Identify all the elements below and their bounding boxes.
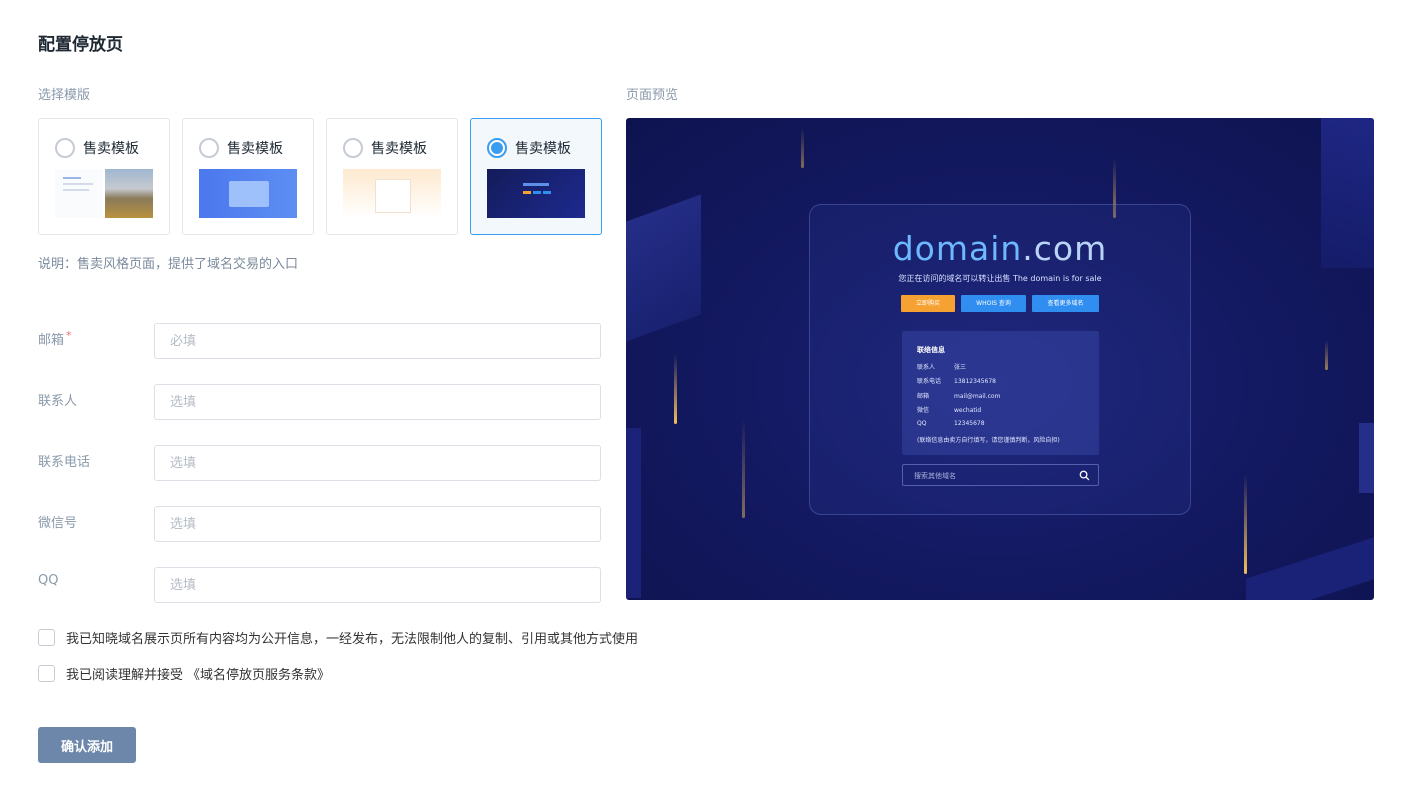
required-mark: * [66, 329, 72, 342]
wechat-label: 微信号 [38, 516, 78, 531]
agreement-public-text: 我已知晓域名展示页所有内容均为公开信息，一经发布，无法限制他人的复制、引用或其他… [66, 631, 639, 647]
template-section-label: 选择模版 [38, 88, 91, 103]
search-icon [1079, 470, 1090, 481]
agreement-terms-text: 我已阅读理解并接受 [66, 667, 184, 683]
template-card-1[interactable]: 售卖模板 [38, 118, 170, 235]
template-name-1: 售卖模板 [83, 141, 139, 157]
preview-domain: domain.com [892, 229, 1108, 268]
email-field[interactable] [154, 323, 601, 359]
phone-field[interactable] [154, 445, 601, 481]
preview-subtitle: 您正在访问的域名可以转让出售 The domain is for sale [898, 274, 1102, 283]
template-name-3: 售卖模板 [371, 141, 427, 157]
agreement-terms-checkbox[interactable] [38, 664, 55, 682]
light-streak [742, 418, 745, 518]
light-streak [1244, 474, 1247, 574]
template-radio-4[interactable] [487, 138, 507, 158]
template-thumbnail-3 [343, 169, 441, 218]
preview-section-label: 页面预览 [626, 88, 679, 103]
preview-contact-row: 邮箱 mail@mail.com [917, 393, 1001, 400]
email-label: 邮箱 * [38, 329, 72, 348]
preview-whois-button: WHOIS 查询 [961, 295, 1026, 312]
preview-contact-row: QQ 12345678 [917, 420, 985, 427]
template-card-2[interactable]: 售卖模板 [182, 118, 314, 235]
decor-cube [626, 428, 641, 598]
terms-link[interactable]: 《域名停放页服务条款》 [187, 664, 330, 683]
page-title: 配置停放页 [38, 35, 123, 55]
preview-buy-button: 立即购买 [901, 295, 955, 312]
template-radio-2[interactable] [199, 138, 219, 158]
template-note: 说明：售卖风格页面，提供了域名交易的入口 [38, 257, 299, 272]
preview-search-box: 搜索其他域名 [902, 464, 1099, 486]
preview-contact-row: 联系电话 13812345678 [917, 378, 996, 385]
preview-panel: domain.com 您正在访问的域名可以转让出售 The domain is … [809, 204, 1191, 515]
decor-cube [1359, 423, 1374, 493]
preview-search-placeholder: 搜索其他域名 [914, 472, 956, 480]
template-radio-3[interactable] [343, 138, 363, 158]
qq-label: QQ [38, 573, 59, 588]
template-name-4: 售卖模板 [515, 141, 571, 157]
decor-cube [1321, 118, 1374, 268]
preview-contact-row: 微信 wechatid [917, 407, 982, 414]
template-thumbnail-2 [199, 169, 297, 218]
contact-name-label: 联系人 [38, 394, 78, 409]
page-preview: domain.com 您正在访问的域名可以转让出售 The domain is … [626, 118, 1374, 600]
template-card-3[interactable]: 售卖模板 [326, 118, 458, 235]
preview-contact-title: 联络信息 [917, 346, 945, 354]
qq-field[interactable] [154, 567, 601, 603]
agreement-terms-row[interactable]: 我已阅读理解并接受 《域名停放页服务条款》 [38, 664, 330, 683]
preview-contact-row: 联系人 张三 [917, 364, 967, 371]
decor-cube [1246, 537, 1374, 600]
light-streak [801, 128, 804, 168]
agreement-public-checkbox[interactable] [38, 628, 55, 646]
preview-more-domains-button: 查看更多域名 [1032, 295, 1099, 312]
decor-cube [626, 194, 701, 342]
template-thumbnail-1 [55, 169, 153, 218]
preview-contact-box: 联络信息 联系人 张三 联系电话 13812345678 邮箱 mail@mail.c… [902, 331, 1099, 455]
light-streak [674, 354, 677, 424]
contact-name-field[interactable] [154, 384, 601, 420]
submit-button[interactable]: 确认添加 [38, 727, 136, 763]
preview-contact-note: (联络信息由卖方自行填写，请您谨慎判断，风险自担) [917, 437, 1060, 444]
agreement-public-row[interactable]: 我已知晓域名展示页所有内容均为公开信息，一经发布，无法限制他人的复制、引用或其他… [38, 628, 639, 647]
template-radio-1[interactable] [55, 138, 75, 158]
template-card-4[interactable]: 售卖模板 [470, 118, 602, 235]
template-name-2: 售卖模板 [227, 141, 283, 157]
light-streak [1325, 340, 1328, 370]
wechat-field[interactable] [154, 506, 601, 542]
template-thumbnail-4 [487, 169, 585, 218]
phone-label: 联系电话 [38, 455, 91, 470]
